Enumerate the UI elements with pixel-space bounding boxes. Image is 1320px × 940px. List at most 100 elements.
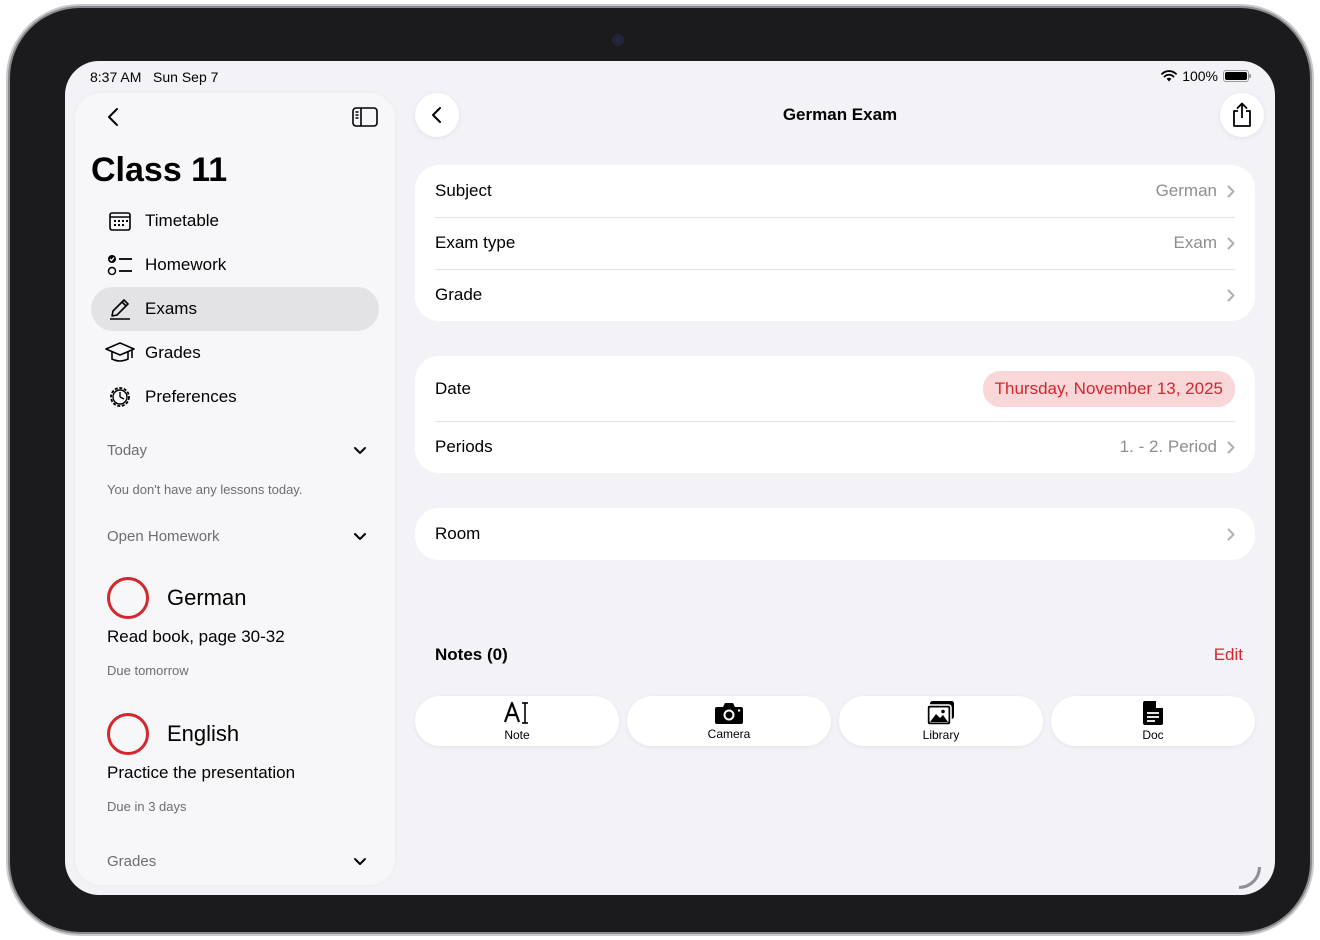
homework-item-head: English: [107, 713, 367, 755]
section-today-label: Today: [107, 442, 148, 459]
room-value-group: [1217, 528, 1235, 541]
subject-row[interactable]: Subject German: [415, 165, 1255, 217]
status-date: Sun Sep 7: [153, 69, 219, 85]
homework-subject: English: [167, 721, 240, 746]
sidebar-item-timetable[interactable]: Timetable: [91, 199, 379, 243]
wifi-icon: [1161, 70, 1178, 82]
chevron-right-icon: [1227, 441, 1235, 453]
front-camera: [612, 34, 624, 46]
notes-edit-button[interactable]: Edit: [1214, 645, 1243, 665]
attachment-label: Library: [922, 728, 960, 742]
graduation-cap-icon: [105, 338, 135, 368]
sidebar-item-exams[interactable]: Exams: [91, 287, 379, 331]
grade-label: Grade: [435, 285, 483, 304]
homework-task: Read book, page 30-32: [107, 627, 285, 646]
document-button[interactable]: Doc: [1051, 696, 1255, 746]
page-title: German Exam: [782, 105, 898, 124]
pencil-icon: [105, 294, 135, 324]
sidebar-item-homework[interactable]: Homework: [91, 243, 379, 287]
homework-item[interactable]: English Practice the presentation Due in…: [107, 713, 367, 814]
room-label: Room: [435, 524, 481, 543]
homework-due: Due in 3 days: [107, 799, 187, 814]
attachment-label: Camera: [707, 727, 751, 741]
subject-value-group: German: [1156, 181, 1235, 201]
calendar-icon: [105, 206, 135, 236]
exam-type-value: Exam: [1173, 233, 1217, 252]
exam-type-row[interactable]: Exam type Exam: [415, 217, 1255, 269]
homework-item-head: German: [107, 577, 367, 619]
date-label: Date: [435, 378, 471, 398]
sidebar-item-preferences[interactable]: Preferences: [91, 375, 379, 419]
chevron-right-icon: [1227, 185, 1235, 197]
homework-task: Practice the presentation: [107, 763, 296, 782]
gear-icon: [105, 382, 135, 412]
status-bar: 8:37 AM Sun Sep 7 100%: [65, 61, 1275, 93]
room-row[interactable]: Room: [415, 508, 1255, 560]
homework-complete-toggle[interactable]: [107, 577, 149, 619]
today-empty-text: You don't have any lessons today.: [107, 482, 303, 497]
share-button[interactable]: [1220, 93, 1264, 137]
subject-label: Subject: [435, 181, 492, 200]
sidebar: Class 11 Timetable Homework Exams Grades…: [75, 93, 395, 885]
sidebar-title: Class 11: [91, 151, 228, 189]
sidebar-nav: Timetable Homework Exams Grades Preferen…: [91, 199, 379, 419]
document-icon: [1143, 701, 1163, 725]
schedule-card: Date Thursday, November 13, 2025 Periods…: [415, 356, 1255, 473]
section-grades[interactable]: Grades: [107, 853, 367, 870]
homework-complete-toggle[interactable]: [107, 713, 149, 755]
attachment-label: Note: [504, 728, 530, 742]
room-card: Room: [415, 508, 1255, 560]
status-time: 8:37 AM: [90, 69, 142, 85]
exam-info-card: Subject German Exam type Exam Grade: [415, 165, 1255, 321]
chevron-left-icon: [108, 108, 118, 126]
homework-subject: German: [167, 585, 247, 610]
section-open-homework-label: Open Homework: [107, 528, 220, 545]
sidebar-item-grades[interactable]: Grades: [91, 331, 379, 375]
date-row: Date Thursday, November 13, 2025: [415, 356, 1255, 421]
periods-row[interactable]: Periods 1. - 2. Period: [415, 421, 1255, 473]
chevron-right-icon: [1227, 237, 1235, 249]
grade-value-group: [1217, 289, 1235, 302]
sidebar-item-label: Timetable: [145, 211, 220, 230]
text-cursor-icon: [503, 701, 528, 724]
camera-icon: [715, 703, 743, 724]
status-right: 100%: [1161, 68, 1251, 84]
exam-type-value-group: Exam: [1174, 233, 1235, 253]
notes-title: Notes (0): [435, 645, 508, 664]
sidebar-back-button[interactable]: [99, 103, 127, 131]
battery-icon: [1223, 70, 1251, 82]
exam-detail: German Exam Subject German Exam type Exa…: [405, 93, 1265, 885]
add-note-button[interactable]: Note: [415, 696, 619, 746]
sidebar-item-label: Preferences: [145, 387, 237, 406]
camera-button[interactable]: Camera: [627, 696, 831, 746]
screen: 8:37 AM Sun Sep 7 100% Class 11 Timetabl…: [65, 61, 1275, 895]
date-picker[interactable]: Thursday, November 13, 2025: [982, 370, 1235, 407]
section-today[interactable]: Today: [107, 442, 367, 459]
periods-value-group: 1. - 2. Period: [1120, 437, 1235, 457]
homework-item[interactable]: German Read book, page 30-32 Due tomorro…: [107, 577, 367, 678]
periods-value: 1. - 2. Period: [1119, 437, 1217, 456]
status-time-date: 8:37 AM Sun Sep 7: [90, 69, 218, 85]
share-icon: [1233, 102, 1251, 127]
chevron-right-icon: [1227, 289, 1235, 301]
library-button[interactable]: Library: [839, 696, 1043, 746]
chevron-down-icon: [354, 858, 366, 865]
periods-label: Periods: [435, 437, 493, 456]
window-resize-handle[interactable]: [1239, 867, 1261, 889]
section-grades-label: Grades: [107, 853, 157, 870]
sidebar-item-label: Exams: [145, 299, 197, 318]
checklist-icon: [105, 250, 135, 280]
chevron-right-icon: [1227, 528, 1235, 540]
sidebar-item-label: Grades: [145, 343, 201, 362]
chevron-down-icon: [354, 447, 366, 454]
homework-due: Due tomorrow: [107, 663, 189, 678]
sidebar-toggle-button[interactable]: [351, 103, 379, 131]
chevron-down-icon: [354, 533, 366, 540]
battery-percent: 100%: [1182, 68, 1218, 84]
section-open-homework[interactable]: Open Homework: [107, 528, 367, 545]
exam-type-label: Exam type: [435, 233, 516, 252]
attachment-label: Doc: [1142, 728, 1164, 742]
subject-value: German: [1155, 181, 1217, 200]
grade-row[interactable]: Grade: [415, 269, 1255, 321]
photo-library-icon: [926, 701, 954, 726]
